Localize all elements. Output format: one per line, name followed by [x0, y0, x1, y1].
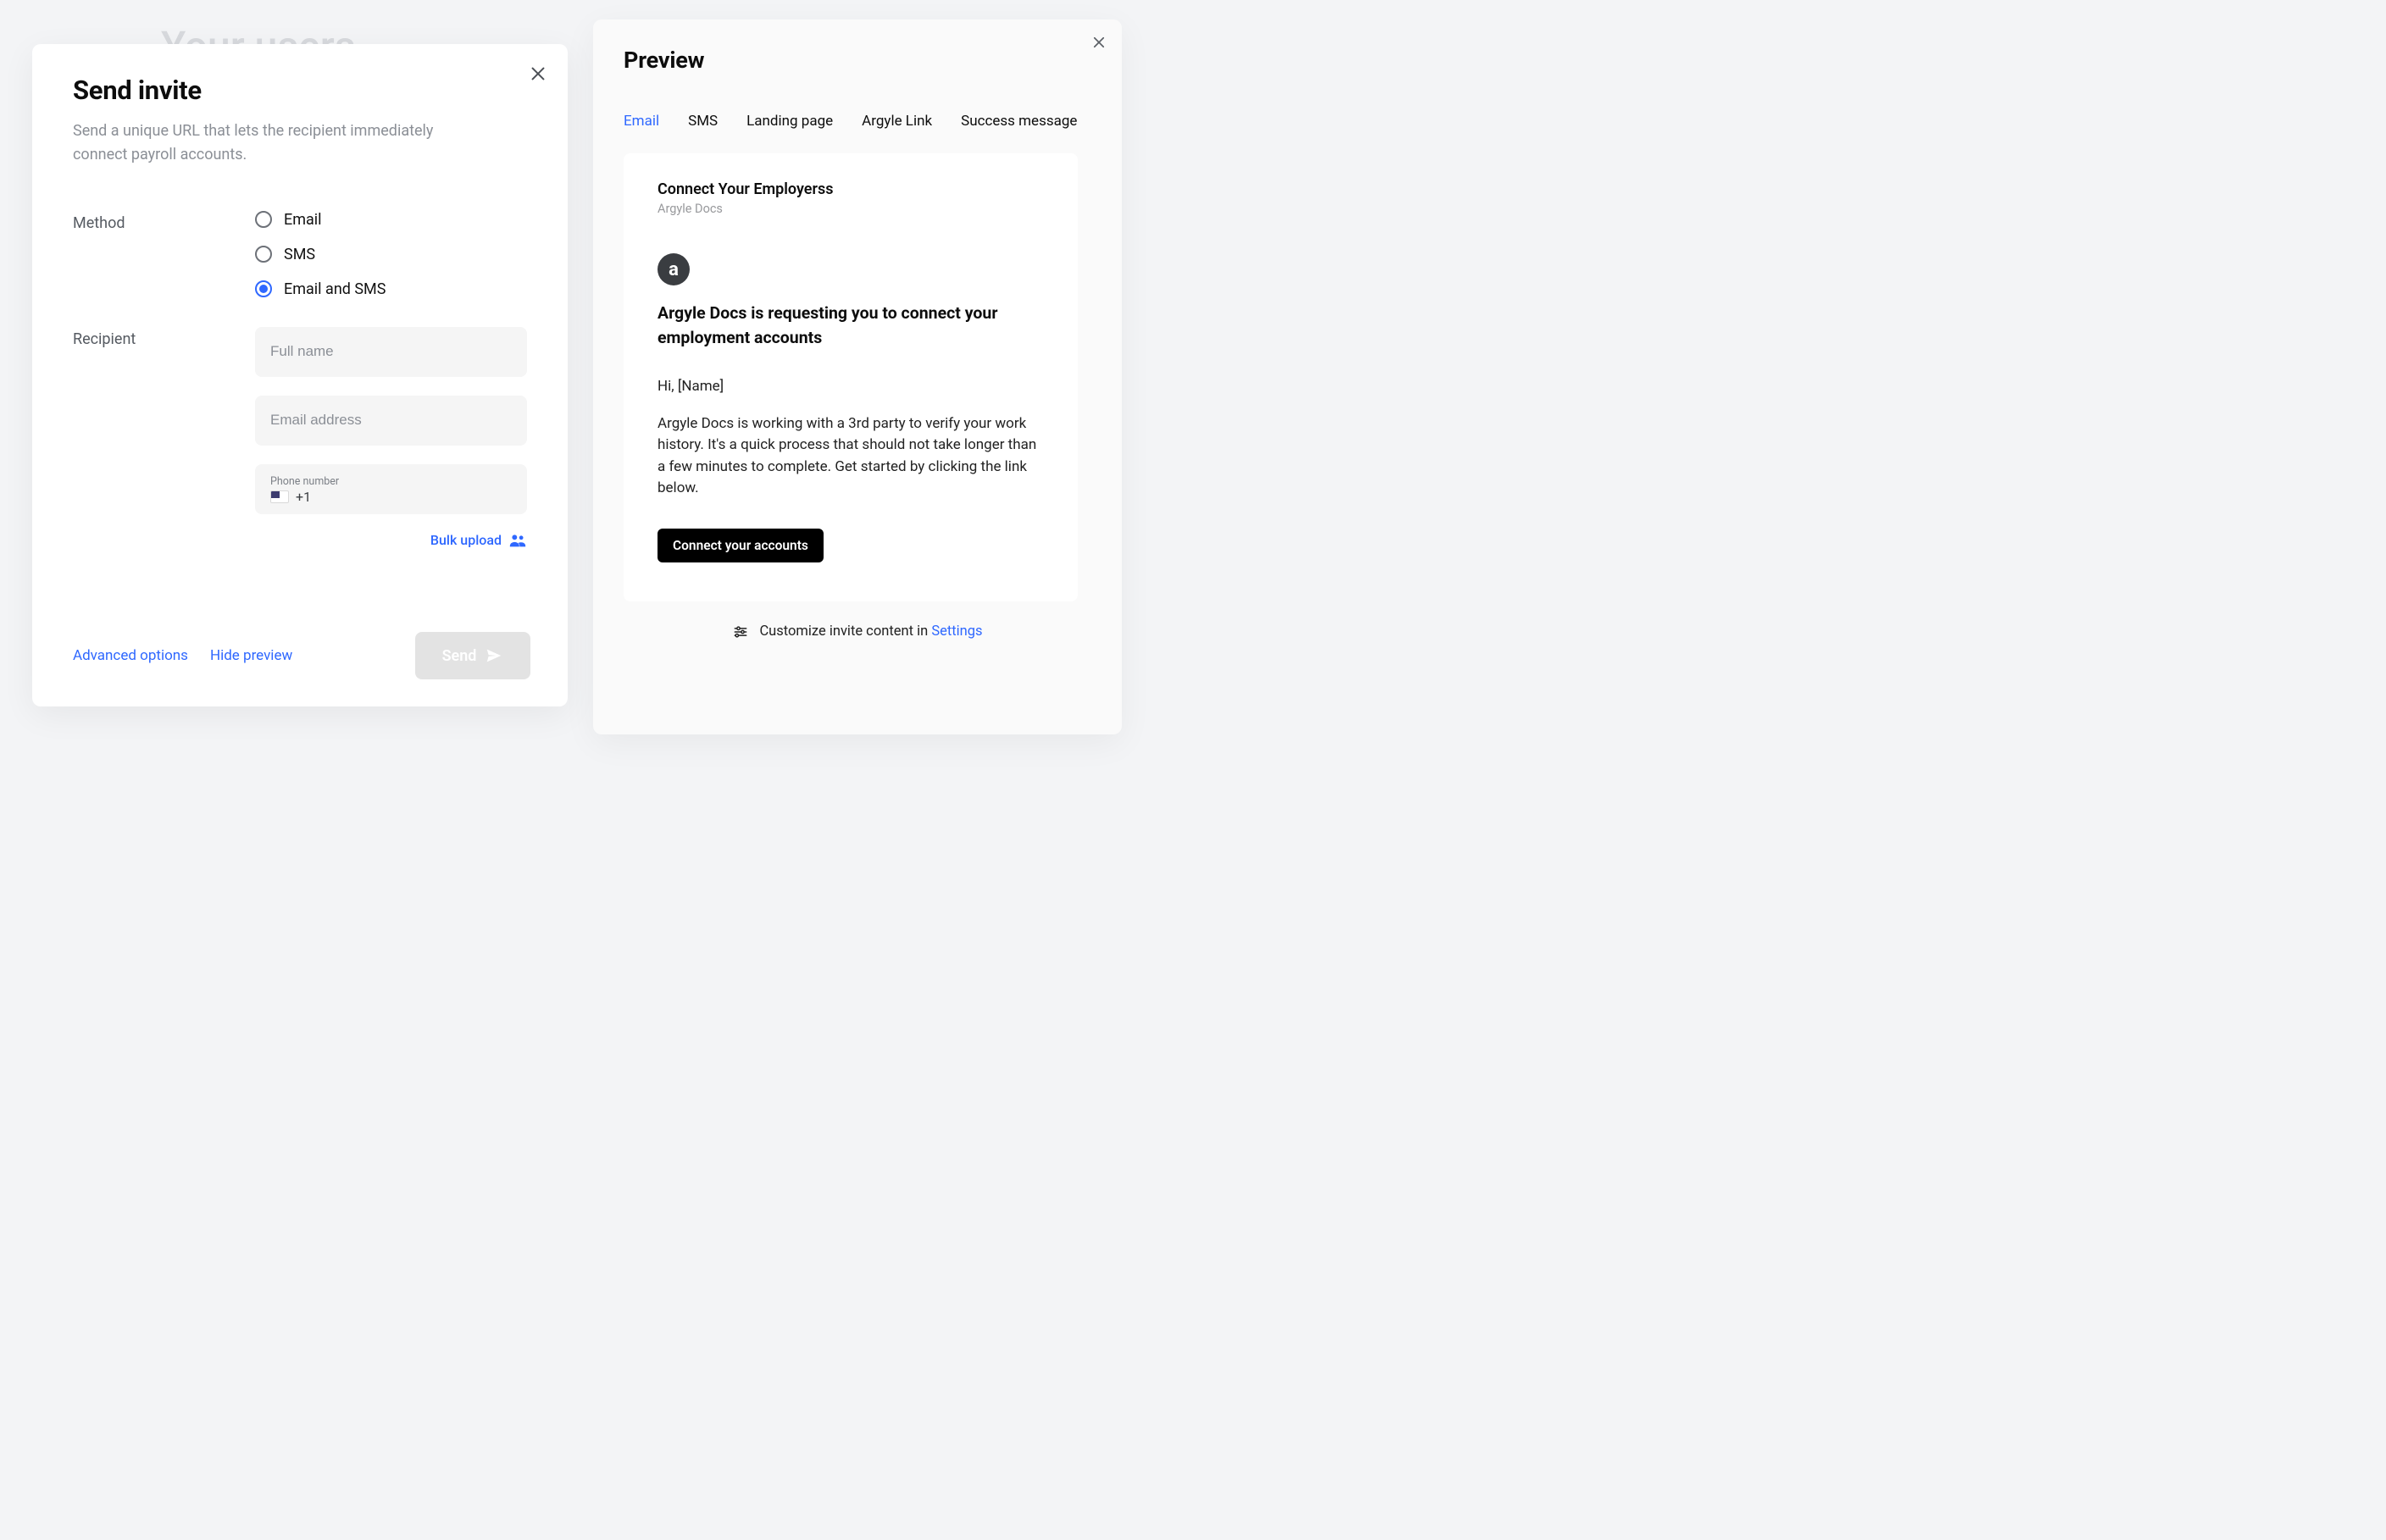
- modal-overlay: Send invite Send a unique URL that lets …: [0, 0, 2386, 1540]
- modal-title: Send invite: [73, 75, 530, 106]
- radio-label: SMS: [284, 246, 315, 263]
- send-button[interactable]: Send: [415, 632, 530, 679]
- tab-success[interactable]: Success message: [961, 113, 1077, 130]
- email-greeting: Hi, [Name]: [658, 378, 1044, 395]
- method-radio-both[interactable]: Email and SMS: [255, 280, 530, 298]
- advanced-options-link[interactable]: Advanced options: [73, 647, 188, 664]
- settings-link[interactable]: Settings: [931, 623, 982, 640]
- radio-icon: [255, 211, 272, 228]
- email-heading: Argyle Docs is requesting you to connect…: [658, 301, 1022, 351]
- recipient-row: Recipient Phone number +1 Bulk upload: [73, 327, 530, 550]
- close-icon[interactable]: [1091, 35, 1107, 50]
- radio-label: Email: [284, 211, 322, 229]
- email-preview-card: Connect Your Employerss Argyle Docs a Ar…: [624, 153, 1078, 601]
- sliders-icon: [732, 623, 749, 640]
- full-name-field[interactable]: [270, 343, 512, 360]
- close-icon[interactable]: [529, 64, 547, 83]
- connect-accounts-button[interactable]: Connect your accounts: [658, 529, 824, 562]
- people-icon: [508, 531, 527, 550]
- email-input[interactable]: [255, 396, 527, 446]
- full-name-input[interactable]: [255, 327, 527, 377]
- brand-logo-icon: a: [658, 253, 690, 285]
- radio-label: Email and SMS: [284, 280, 386, 298]
- bulk-upload-link[interactable]: Bulk upload: [255, 531, 527, 550]
- tab-email[interactable]: Email: [624, 113, 659, 130]
- email-subject: Connect Your Employerss: [658, 180, 1044, 198]
- method-row: Method Email SMS Email and SMS: [73, 211, 530, 298]
- email-field[interactable]: [270, 412, 512, 429]
- preview-tabs: Email SMS Landing page Argyle Link Succe…: [624, 113, 1091, 130]
- radio-icon: [255, 246, 272, 263]
- phone-input[interactable]: Phone number +1: [255, 464, 527, 514]
- send-icon: [485, 646, 503, 665]
- phone-dial-code: +1: [296, 489, 311, 505]
- bulk-upload-label: Bulk upload: [430, 532, 502, 548]
- recipient-label: Recipient: [73, 327, 255, 550]
- hide-preview-link[interactable]: Hide preview: [210, 647, 292, 664]
- preview-panel: Preview Email SMS Landing page Argyle Li…: [593, 19, 1122, 734]
- method-radio-sms[interactable]: SMS: [255, 246, 530, 263]
- email-body: Argyle Docs is working with a 3rd party …: [658, 413, 1039, 500]
- customize-text: Customize invite content in: [759, 623, 931, 640]
- phone-micro-label: Phone number: [270, 475, 512, 488]
- tab-sms[interactable]: SMS: [688, 113, 718, 130]
- tab-landing[interactable]: Landing page: [746, 113, 833, 130]
- radio-icon: [255, 280, 272, 297]
- modal-subtitle: Send a unique URL that lets the recipien…: [73, 119, 471, 167]
- method-label: Method: [73, 211, 255, 298]
- tab-argyle-link[interactable]: Argyle Link: [862, 113, 932, 130]
- send-button-label: Send: [442, 647, 477, 665]
- preview-title: Preview: [624, 47, 1091, 74]
- email-sender: Argyle Docs: [658, 202, 1044, 216]
- send-invite-modal: Send invite Send a unique URL that lets …: [32, 44, 568, 706]
- method-radio-email[interactable]: Email: [255, 211, 530, 229]
- flag-us-icon: [270, 490, 289, 503]
